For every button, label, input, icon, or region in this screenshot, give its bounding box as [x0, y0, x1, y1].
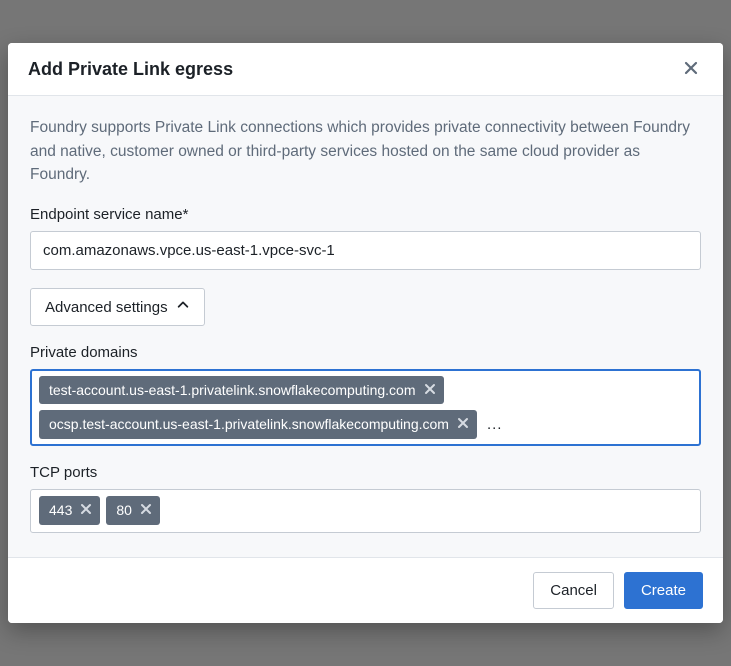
- x-icon: [80, 503, 92, 518]
- port-tag: 80: [106, 496, 160, 524]
- chevron-up-icon: [176, 298, 190, 316]
- endpoint-label: Endpoint service name*: [30, 206, 701, 223]
- remove-tag-button[interactable]: [457, 417, 469, 432]
- domain-tag-text: test-account.us-east-1.privatelink.snowf…: [49, 381, 416, 399]
- dialog-header: Add Private Link egress: [8, 43, 723, 96]
- close-button[interactable]: [679, 57, 703, 81]
- endpoint-field: Endpoint service name*: [30, 206, 701, 270]
- cancel-button[interactable]: Cancel: [533, 572, 614, 609]
- remove-tag-button[interactable]: [140, 503, 152, 518]
- private-domains-input[interactable]: test-account.us-east-1.privatelink.snowf…: [30, 369, 701, 445]
- domain-tag: ocsp.test-account.us-east-1.privatelink.…: [39, 410, 477, 438]
- add-private-link-dialog: Add Private Link egress Foundry supports…: [8, 43, 723, 622]
- domain-tag-text: ocsp.test-account.us-east-1.privatelink.…: [49, 415, 449, 433]
- advanced-settings-toggle[interactable]: Advanced settings: [30, 288, 205, 326]
- remove-tag-button[interactable]: [80, 503, 92, 518]
- x-icon: [424, 383, 436, 398]
- dialog-body: Foundry supports Private Link connection…: [8, 96, 723, 556]
- dialog-title: Add Private Link egress: [28, 59, 233, 80]
- x-icon: [457, 417, 469, 432]
- port-tag: 443: [39, 496, 100, 524]
- port-tag-text: 80: [116, 501, 132, 519]
- advanced-settings-label: Advanced settings: [45, 299, 168, 316]
- endpoint-input[interactable]: [30, 231, 701, 270]
- x-icon: [140, 503, 152, 518]
- tcp-ports-input[interactable]: 443 80: [30, 489, 701, 533]
- private-domains-field: Private domains test-account.us-east-1.p…: [30, 344, 701, 445]
- domain-tag: test-account.us-east-1.privatelink.snowf…: [39, 376, 444, 404]
- overflow-indicator: ...: [483, 416, 507, 433]
- advanced-settings-section: Advanced settings: [30, 288, 701, 326]
- remove-tag-button[interactable]: [424, 383, 436, 398]
- tcp-ports-field: TCP ports 443 80: [30, 464, 701, 533]
- dialog-footer: Cancel Create: [8, 557, 723, 623]
- intro-text: Foundry supports Private Link connection…: [30, 116, 701, 186]
- port-tag-text: 443: [49, 501, 72, 519]
- create-button[interactable]: Create: [624, 572, 703, 609]
- tcp-ports-label: TCP ports: [30, 464, 701, 481]
- close-icon: [683, 60, 699, 79]
- private-domains-label: Private domains: [30, 344, 701, 361]
